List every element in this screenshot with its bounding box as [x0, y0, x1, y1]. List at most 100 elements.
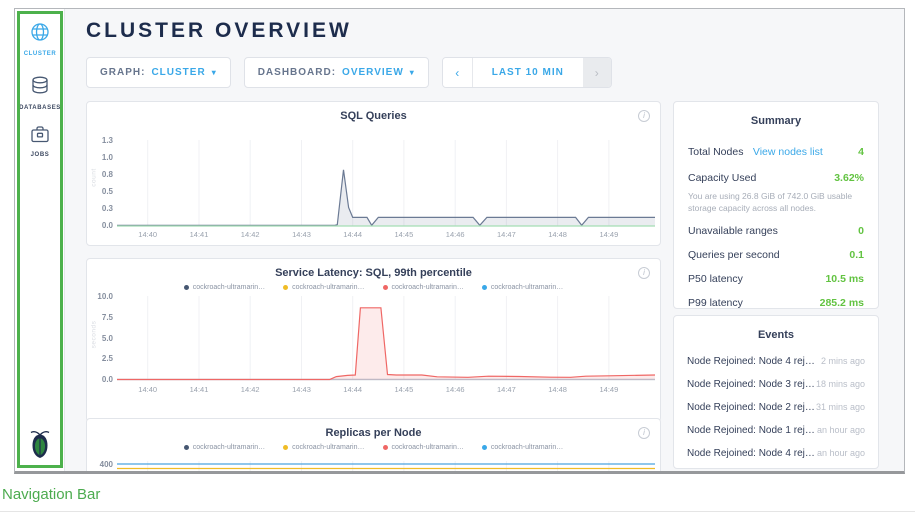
summary-row-total-nodes: Total Nodes View nodes list 4	[674, 136, 878, 166]
total-nodes-label: Total Nodes	[688, 146, 743, 158]
cockroach-icon	[27, 428, 53, 460]
time-range-label[interactable]: LAST 10 MIN	[473, 58, 583, 87]
info-icon[interactable]	[638, 267, 650, 279]
time-prev-button[interactable]: ‹	[443, 58, 473, 87]
time-next-button[interactable]: ›	[583, 58, 611, 87]
y-tick-label: 5.0	[102, 334, 113, 343]
total-nodes-value: 4	[858, 146, 864, 158]
event-row[interactable]: Node Rejoined: Node 4 rej…an hour ago	[674, 442, 878, 465]
legend-dot	[383, 445, 388, 450]
event-row[interactable]: Node Rejoined: Node 3 rej…18 mins ago	[674, 373, 878, 396]
x-axis: 14:4014:4114:4214:4314:4414:4514:4614:47…	[117, 230, 655, 240]
event-time: 31 mins ago	[816, 402, 865, 412]
legend-item[interactable]: cockroach-ultramarin…	[383, 444, 464, 451]
x-tick-label: 14:48	[541, 385, 575, 394]
sidebar-item-jobs[interactable]: JOBS	[15, 125, 65, 158]
summary-row: Unavailable ranges0	[674, 219, 878, 243]
x-tick-label: 14:43	[285, 385, 319, 394]
event-row[interactable]: Node Rejoined: Node 4 rej…2 mins ago	[674, 350, 878, 373]
graph-dropdown-label: GRAPH:	[100, 67, 145, 78]
summary-row-value: 0	[858, 225, 864, 237]
y-tick-label: 400	[100, 460, 113, 469]
x-tick-label: 14:47	[489, 230, 523, 239]
y-tick-label: 1.3	[102, 136, 113, 145]
event-text: Node Rejoined: Node 1 rej…	[687, 425, 815, 436]
service-latency-chart-card: Service Latency: SQL, 99th percentile co…	[86, 258, 661, 422]
legend-dot	[184, 445, 189, 450]
sidebar-item-label: JOBS	[15, 152, 65, 158]
sidebar-item-databases[interactable]: DATABASES	[15, 75, 65, 111]
event-time: 2 mins ago	[821, 356, 865, 366]
legend-item[interactable]: cockroach-ultramarin…	[482, 444, 563, 451]
event-time: an hour ago	[817, 448, 865, 458]
event-row[interactable]: Node Rejoined: Node 1 rej…an hour ago	[674, 419, 878, 442]
legend-item[interactable]: cockroach-ultramarin…	[184, 444, 265, 451]
x-tick-label: 14:48	[541, 230, 575, 239]
summary-row: Queries per second0.1	[674, 243, 878, 267]
legend-item[interactable]: cockroach-ultramarin…	[283, 284, 364, 291]
summary-row: P50 latency10.5 ms	[674, 267, 878, 291]
x-tick-label: 14:45	[387, 385, 421, 394]
event-time: 18 mins ago	[816, 379, 865, 389]
graph-dropdown-value: CLUSTER	[151, 67, 205, 78]
info-icon[interactable]	[638, 427, 650, 439]
legend-dot	[482, 445, 487, 450]
summary-panel: Summary Total Nodes View nodes list 4 Ca…	[673, 101, 879, 309]
x-tick-label: 14:44	[336, 230, 370, 239]
legend-label: cockroach-ultramarin…	[491, 444, 563, 451]
globe-icon	[29, 21, 51, 43]
x-tick-label: 14:42	[233, 385, 267, 394]
x-tick-label: 14:40	[131, 230, 165, 239]
x-tick-label: 14:41	[182, 385, 216, 394]
events-list: Node Rejoined: Node 4 rej…2 mins agoNode…	[674, 350, 878, 465]
legend-item[interactable]: cockroach-ultramarin…	[184, 284, 265, 291]
y-tick-label: 0.5	[102, 187, 113, 196]
chart-title: Service Latency: SQL, 99th percentile	[127, 267, 620, 279]
divider	[0, 511, 915, 512]
legend-item[interactable]: cockroach-ultramarin…	[283, 444, 364, 451]
summary-title: Summary	[674, 102, 878, 136]
page-title: CLUSTER OVERVIEW	[86, 19, 352, 43]
service-latency-plot[interactable]	[117, 292, 655, 388]
legend-dot	[283, 285, 288, 290]
summary-row: P99 latency285.2 ms	[674, 291, 878, 309]
sidebar-item-cluster[interactable]: CLUSTER	[15, 21, 65, 57]
chart-legend: cockroach-ultramarin… cockroach-ultramari…	[87, 284, 660, 291]
x-tick-label: 14:47	[489, 385, 523, 394]
legend-label: cockroach-ultramarin…	[491, 284, 563, 291]
time-window-selector: ‹ LAST 10 MIN ›	[442, 57, 612, 88]
view-nodes-list-link[interactable]: View nodes list	[753, 146, 823, 158]
y-tick-label: 10.0	[97, 292, 113, 301]
x-tick-label: 14:46	[438, 230, 472, 239]
replicas-per-node-plot[interactable]	[117, 461, 655, 474]
legend-item[interactable]: cockroach-ultramarin…	[383, 284, 464, 291]
legend-label: cockroach-ultramarin…	[392, 444, 464, 451]
summary-row-value: 10.5 ms	[825, 273, 864, 285]
summary-row-capacity: Capacity Used 3.62%	[674, 166, 878, 190]
legend-dot	[482, 285, 487, 290]
sql-queries-plot[interactable]	[117, 132, 655, 232]
event-text: Node Rejoined: Node 2 rej…	[687, 402, 815, 413]
sidebar-item-label: CLUSTER	[15, 51, 65, 57]
dashboard-dropdown-label: DASHBOARD:	[258, 67, 336, 78]
cockroachdb-logo[interactable]	[15, 428, 65, 465]
chart-title: Replicas per Node	[127, 427, 620, 439]
summary-row-value: 285.2 ms	[820, 297, 864, 309]
event-text: Node Rejoined: Node 3 rej…	[687, 379, 815, 390]
dashboard-dropdown[interactable]: DASHBOARD: OVERVIEW ▾	[244, 57, 429, 88]
graph-dropdown[interactable]: GRAPH: CLUSTER ▾	[86, 57, 231, 88]
info-icon[interactable]	[638, 110, 650, 122]
briefcase-icon	[30, 125, 50, 144]
y-tick-label: 0.0	[102, 375, 113, 384]
event-row[interactable]: Node Rejoined: Node 2 rej…31 mins ago	[674, 396, 878, 419]
x-tick-label: 14:41	[182, 230, 216, 239]
chevron-down-icon: ▾	[410, 68, 415, 77]
x-tick-label: 14:46	[438, 385, 472, 394]
x-tick-label: 14:49	[592, 230, 626, 239]
annotation-caption: Navigation Bar	[2, 486, 100, 503]
x-tick-label: 14:45	[387, 230, 421, 239]
legend-item[interactable]: cockroach-ultramarin…	[482, 284, 563, 291]
event-text: Node Rejoined: Node 4 rej…	[687, 448, 815, 459]
database-icon	[30, 75, 50, 97]
legend-label: cockroach-ultramarin…	[193, 284, 265, 291]
